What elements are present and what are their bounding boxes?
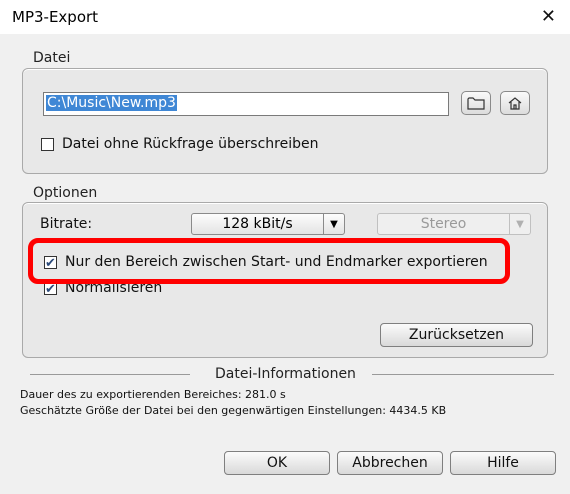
browse-button[interactable] <box>461 91 491 115</box>
optionen-section-label: Optionen <box>33 185 98 201</box>
bitrate-label: Bitrate: <box>40 216 93 232</box>
file-path-field[interactable]: C:\Music\New.mp3 <box>43 92 449 116</box>
help-button[interactable]: Hilfe <box>450 451 556 475</box>
bitrate-value: 128 kBit/s <box>222 216 293 232</box>
file-path-value: C:\Music\New.mp3 <box>46 95 177 111</box>
overwrite-checkbox[interactable] <box>41 138 54 151</box>
title-bar: MP3-Export ✕ <box>0 0 570 34</box>
datei-section-label: Datei <box>33 50 71 66</box>
reset-button[interactable]: Zurücksetzen <box>380 323 533 347</box>
size-text: Geschätzte Größe der Datei bei den gegen… <box>20 404 447 417</box>
window-title: MP3-Export <box>12 8 99 26</box>
overwrite-label: Datei ohne Rückfrage überschreiben <box>62 136 319 152</box>
range-checkbox[interactable]: ✔ <box>44 256 57 269</box>
duration-text: Dauer des zu exportierenden Bereiches: 2… <box>20 388 286 401</box>
bitrate-dropdown[interactable]: 128 kBit/s ▼ <box>191 213 345 235</box>
chevron-down-icon: ▼ <box>323 214 344 234</box>
info-header: Datei-Informationen <box>215 366 356 382</box>
divider-left <box>30 374 190 375</box>
range-label: Nur den Bereich zwischen Start- und Endm… <box>65 254 488 270</box>
divider-right <box>372 374 554 375</box>
home-icon <box>508 97 522 110</box>
datei-panel <box>22 68 548 174</box>
ok-button[interactable]: OK <box>224 451 330 475</box>
cancel-button[interactable]: Abbrechen <box>337 451 443 475</box>
folder-icon <box>467 97 485 110</box>
channel-dropdown: Stereo ▼ <box>377 213 531 235</box>
chevron-down-icon: ▼ <box>509 214 530 234</box>
channel-value: Stereo <box>420 216 467 232</box>
close-icon[interactable]: ✕ <box>541 6 556 27</box>
home-button[interactable] <box>500 91 530 115</box>
